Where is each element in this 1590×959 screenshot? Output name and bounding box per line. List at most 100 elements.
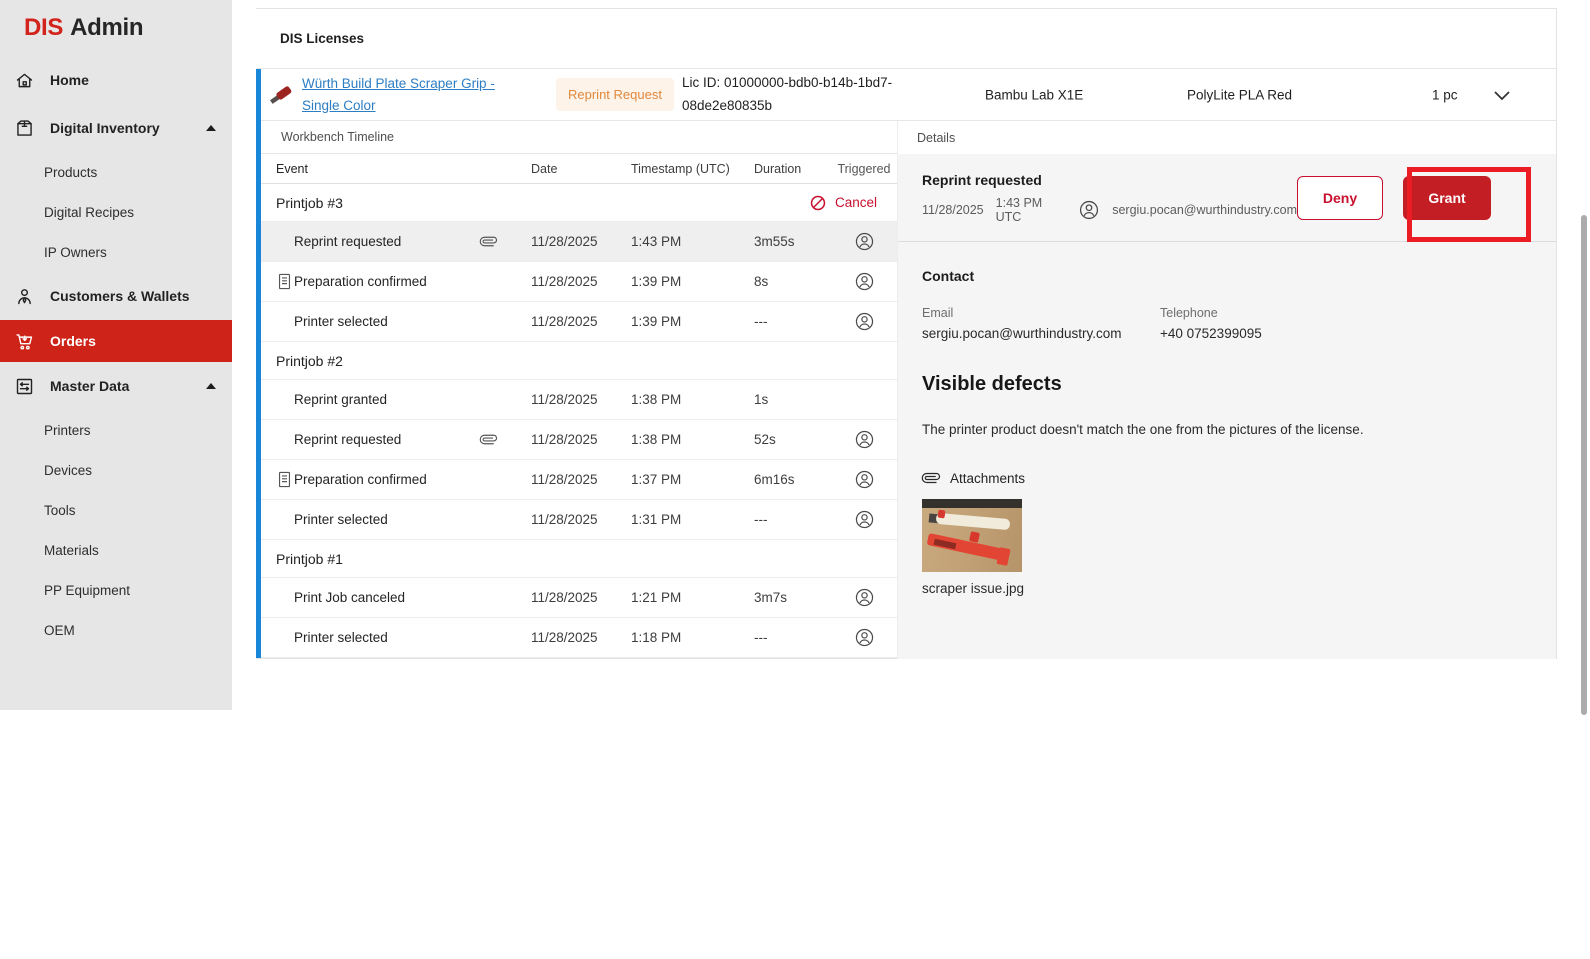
customers-icon xyxy=(13,285,35,307)
sidebar-item-label: Tools xyxy=(44,503,76,518)
sidebar-item-pp-equipment[interactable]: PP Equipment xyxy=(0,570,232,610)
sidebar-item-label: Products xyxy=(44,165,97,180)
license-quantity: 1 pc xyxy=(1432,87,1458,102)
sidebar-item-digital-inventory[interactable]: Digital Inventory xyxy=(0,104,232,152)
sidebar-item-oem[interactable]: OEM xyxy=(0,610,232,650)
timeline-event-row[interactable]: Reprint granted11/28/20251:38 PM1s xyxy=(261,380,897,420)
event-date: 11/28/2025 xyxy=(531,512,631,527)
event-date: 11/28/2025 xyxy=(531,234,631,249)
printjob-group-printjob-1: Printjob #1 xyxy=(261,540,897,578)
column-header-event: Event xyxy=(261,162,531,176)
sidebar-item-materials[interactable]: Materials xyxy=(0,530,232,570)
event-name: Printer selected xyxy=(294,512,388,527)
request-time: 1:43 PM UTC xyxy=(996,196,1067,224)
event-timestamp: 1:38 PM xyxy=(631,432,754,447)
sidebar-item-label: Orders xyxy=(50,333,96,349)
sidebar-item-ip-owners[interactable]: IP Owners xyxy=(0,232,232,272)
email-label: Email xyxy=(922,306,1160,320)
paperclip-icon xyxy=(480,233,497,250)
printjob-label: Printjob #1 xyxy=(276,551,343,567)
logo-suffix: Admin xyxy=(70,14,143,42)
event-date: 11/28/2025 xyxy=(531,274,631,289)
prohibition-icon xyxy=(809,194,827,212)
sidebar-item-label: Master Data xyxy=(50,378,129,394)
event-name: Print Job canceled xyxy=(294,590,405,605)
attachment-item[interactable]: scraper issue.jpg xyxy=(922,499,1024,596)
timeline-title: Workbench Timeline xyxy=(261,121,897,154)
timeline-event-row[interactable]: Printer selected11/28/20251:18 PM--- xyxy=(261,618,897,658)
paperclip-icon xyxy=(480,431,497,448)
timeline-event-row[interactable]: Printer selected11/28/20251:39 PM--- xyxy=(261,302,897,342)
cancel-printjob-button[interactable]: Cancel xyxy=(809,194,877,212)
event-timestamp: 1:18 PM xyxy=(631,630,754,645)
page-title: DIS Licenses xyxy=(256,9,1556,69)
sidebar-item-label: OEM xyxy=(44,623,75,638)
event-date: 11/28/2025 xyxy=(531,392,631,407)
master-data-icon xyxy=(13,375,35,397)
timeline-rows: Printjob #3 Cancel Reprint requested 11/28/… xyxy=(261,184,897,658)
event-name: Reprint requested xyxy=(294,234,401,249)
event-name: Printer selected xyxy=(294,630,388,645)
grant-button[interactable]: Grant xyxy=(1403,176,1491,220)
deny-button[interactable]: Deny xyxy=(1297,176,1383,220)
timeline-event-row[interactable]: Reprint requested 11/28/20251:38 PM52s xyxy=(261,420,897,460)
visible-defects-title: Visible defects xyxy=(922,373,1532,396)
app-logo: DIS Admin xyxy=(0,0,232,56)
event-name: Reprint requested xyxy=(294,432,401,447)
sidebar-item-label: Digital Recipes xyxy=(44,205,134,220)
event-date: 11/28/2025 xyxy=(531,432,631,447)
printjob-label: Printjob #2 xyxy=(276,353,343,369)
workbench-timeline-panel: Workbench Timeline EventDateTimestamp (U… xyxy=(256,121,897,659)
event-duration: 3m55s xyxy=(754,234,832,249)
attachment-thumbnail[interactable] xyxy=(922,499,1022,572)
sidebar-item-label: Customers & Wallets xyxy=(50,288,190,304)
timeline-event-row[interactable]: Print Job canceled11/28/20251:21 PM3m7s xyxy=(261,578,897,618)
triggered-user-icon xyxy=(854,469,875,490)
chevron-down-icon[interactable] xyxy=(1488,81,1516,109)
request-user: sergiu.pocan@wurthindustry.com xyxy=(1112,203,1297,217)
event-timestamp: 1:37 PM xyxy=(631,472,754,487)
event-duration: 52s xyxy=(754,432,832,447)
event-name: Printer selected xyxy=(294,314,388,329)
event-duration: --- xyxy=(754,630,832,645)
printjob-label: Printjob #3 xyxy=(276,195,343,211)
event-timestamp: 1:43 PM xyxy=(631,234,754,249)
reprint-request-block: Reprint requested 11/28/2025 1:43 PM UTC… xyxy=(898,154,1556,242)
triggered-user-icon xyxy=(854,627,875,648)
license-id: Lic ID: 01000000-bdb0-b14b-1bd7-08de2e80… xyxy=(682,72,922,117)
column-header-timestamp-utc: Timestamp (UTC) xyxy=(631,162,754,176)
triggered-user-icon xyxy=(854,311,875,332)
sidebar-item-label: PP Equipment xyxy=(44,583,130,598)
sidebar-item-devices[interactable]: Devices xyxy=(0,450,232,490)
sidebar-item-orders[interactable]: Orders xyxy=(0,320,232,362)
event-timestamp: 1:31 PM xyxy=(631,512,754,527)
sidebar-item-products[interactable]: Products xyxy=(0,152,232,192)
sidebar-item-tools[interactable]: Tools xyxy=(0,490,232,530)
timeline-event-row[interactable]: Preparation confirmed11/28/20251:39 PM8s xyxy=(261,262,897,302)
event-timestamp: 1:39 PM xyxy=(631,314,754,329)
printjob-group-printjob-2: Printjob #2 xyxy=(261,342,897,380)
document-icon xyxy=(276,272,293,291)
triggered-user-icon xyxy=(854,271,875,292)
sidebar-item-label: Devices xyxy=(44,463,92,478)
paperclip-icon xyxy=(922,469,940,487)
sidebar-item-printers[interactable]: Printers xyxy=(0,410,232,450)
telephone-label: Telephone xyxy=(1160,306,1262,320)
attachments-list: scraper issue.jpg xyxy=(922,499,1532,596)
triggered-user-icon xyxy=(854,509,875,530)
sidebar-item-label: Materials xyxy=(44,543,99,558)
timeline-event-row[interactable]: Reprint requested 11/28/20251:43 PM3m55s xyxy=(261,222,897,262)
timeline-event-row[interactable]: Preparation confirmed11/28/20251:37 PM6m… xyxy=(261,460,897,500)
sidebar-item-home[interactable]: Home xyxy=(0,56,232,104)
event-name: Reprint granted xyxy=(294,392,387,407)
sidebar-item-digital-recipes[interactable]: Digital Recipes xyxy=(0,192,232,232)
sidebar-item-customers-wallets[interactable]: Customers & Wallets xyxy=(0,272,232,320)
product-thumbnail-icon xyxy=(268,82,294,108)
product-link[interactable]: Würth Build Plate Scraper Grip - Single … xyxy=(302,73,534,116)
sidebar-item-master-data[interactable]: Master Data xyxy=(0,362,232,410)
user-circle-icon xyxy=(1078,199,1100,221)
sidebar-item-label: Digital Inventory xyxy=(50,120,160,136)
vertical-scrollbar[interactable] xyxy=(1581,215,1587,715)
timeline-event-row[interactable]: Printer selected11/28/20251:31 PM--- xyxy=(261,500,897,540)
license-row[interactable]: Würth Build Plate Scraper Grip - Single … xyxy=(256,69,1556,121)
